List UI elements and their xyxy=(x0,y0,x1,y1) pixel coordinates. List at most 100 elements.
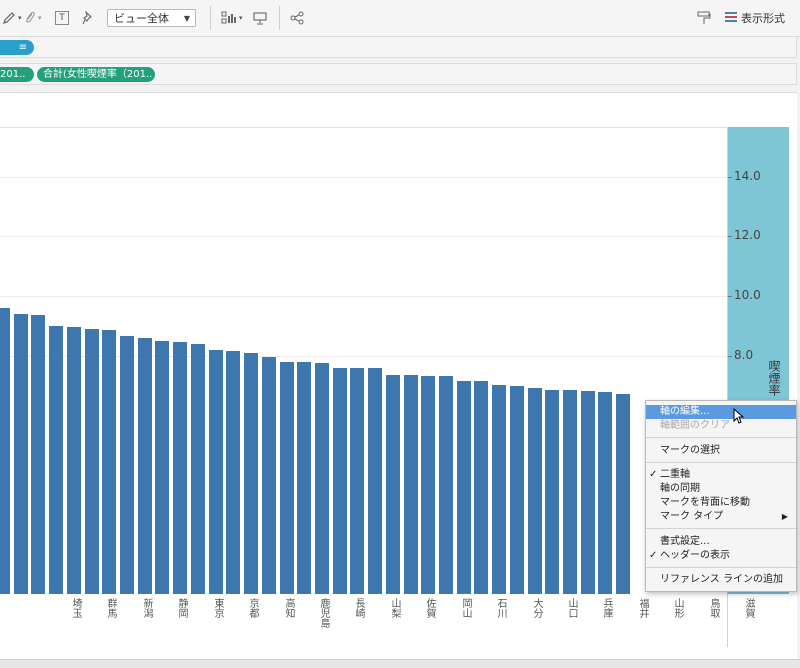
measure-pill-1-label: 201.. xyxy=(0,69,26,80)
bar[interactable] xyxy=(315,363,329,594)
pen-icon[interactable]: ▾ xyxy=(2,0,22,36)
bar[interactable] xyxy=(563,390,577,594)
tick-mark xyxy=(728,177,732,178)
bar[interactable] xyxy=(85,329,99,594)
bar[interactable] xyxy=(0,308,10,594)
x-tick-label: 山口 xyxy=(566,598,577,618)
menu-item-label: 軸の同期 xyxy=(660,483,700,494)
menu-item-show-header[interactable]: ✓ ヘッダーの表示 xyxy=(646,549,796,563)
sort-pill[interactable]: ≡ xyxy=(0,40,34,55)
text-icon[interactable]: T xyxy=(55,0,69,36)
bar[interactable] xyxy=(386,375,400,594)
bar[interactable] xyxy=(492,385,506,594)
bar[interactable] xyxy=(368,368,382,594)
x-tick-label: 山形 xyxy=(672,598,683,618)
bar[interactable] xyxy=(350,368,364,594)
menu-item-dual-axis[interactable]: ✓ 二重軸 xyxy=(646,468,796,482)
bar[interactable] xyxy=(581,391,595,594)
mouse-cursor-icon xyxy=(733,408,745,424)
view-size-select[interactable]: ビュー全体 ▼ xyxy=(107,9,196,27)
bar[interactable] xyxy=(173,342,187,594)
pin-icon[interactable] xyxy=(82,0,94,36)
format-label: 表示形式 xyxy=(741,12,785,25)
menu-item-label: リファレンス ラインの追加 xyxy=(660,574,783,585)
rows-shelf: 201.. 合計(女性喫煙率（201.. xyxy=(0,63,797,85)
bar[interactable] xyxy=(439,376,453,594)
menu-item-select-marks[interactable]: マークの選択 xyxy=(646,444,796,458)
checkmark-icon: ✓ xyxy=(649,550,658,561)
measure-pill-1[interactable]: 201.. xyxy=(0,67,34,82)
format-panel-button[interactable]: 表示形式 xyxy=(725,0,785,36)
bar[interactable] xyxy=(528,388,542,594)
presentation-icon[interactable] xyxy=(253,0,267,36)
axis-context-menu: 軸の編集... 軸範囲のクリア マークの選択 ✓ 二重軸 軸の同期 マークを背面に… xyxy=(645,400,797,592)
paperclip-icon[interactable]: ▾ xyxy=(24,0,42,36)
gridline xyxy=(0,177,727,178)
bar[interactable] xyxy=(404,375,418,594)
bar[interactable] xyxy=(209,350,223,594)
x-tick-label: 鹿児島 xyxy=(318,598,329,628)
bar[interactable] xyxy=(191,344,205,594)
bar[interactable] xyxy=(14,314,28,594)
bar[interactable] xyxy=(616,394,630,594)
menu-item-move-marks-to-back[interactable]: マークを背面に移動 xyxy=(646,496,796,510)
toolbar: ▾ ▾ T ビュー全体 ▼ ▾ 表示形式 xyxy=(0,0,800,37)
bar[interactable] xyxy=(297,362,311,594)
bar[interactable] xyxy=(67,327,81,594)
bar[interactable] xyxy=(510,386,524,594)
x-tick-label: 京都 xyxy=(247,598,258,618)
bar[interactable] xyxy=(333,368,347,594)
bar[interactable] xyxy=(138,338,152,594)
chart-top-border xyxy=(0,127,727,128)
tick-mark xyxy=(728,356,732,357)
menu-item-add-reference-line[interactable]: リファレンス ラインの追加 xyxy=(646,573,796,587)
menu-item-synchronize-axis[interactable]: 軸の同期 xyxy=(646,482,796,496)
columns-shelf: ≡ xyxy=(0,36,797,58)
gridline xyxy=(0,236,727,237)
menu-item-label: 軸の編集... xyxy=(660,406,710,417)
x-tick-label: 鳥取 xyxy=(708,598,719,618)
x-tick-label: 福井 xyxy=(637,598,648,618)
bar[interactable] xyxy=(31,315,45,594)
menu-item-edit-axis[interactable]: 軸の編集... xyxy=(646,405,796,419)
bar[interactable] xyxy=(474,381,488,594)
menu-item-label: 書式設定... xyxy=(660,536,710,547)
measure-pill-2-label: 合計(女性喫煙率（201.. xyxy=(43,69,153,80)
submenu-arrow-icon: ▶ xyxy=(781,512,788,521)
x-tick-label: 佐賀 xyxy=(424,598,435,618)
x-tick-label: 静岡 xyxy=(176,598,187,618)
menu-item-format[interactable]: 書式設定... xyxy=(646,535,796,549)
chevron-down-icon: ▼ xyxy=(183,14,190,23)
menu-divider xyxy=(646,528,796,529)
bar[interactable] xyxy=(545,390,559,594)
bar[interactable] xyxy=(421,376,435,594)
bar[interactable] xyxy=(280,362,294,594)
bar[interactable] xyxy=(49,326,63,594)
bar[interactable] xyxy=(598,392,612,594)
menu-item-label: 二重軸 xyxy=(660,469,690,480)
checkmark-icon: ✓ xyxy=(649,469,658,480)
bar[interactable] xyxy=(120,336,134,594)
tick-mark xyxy=(728,296,732,297)
x-tick-label: 兵庫 xyxy=(601,598,612,618)
bar[interactable] xyxy=(262,357,276,594)
tick-mark xyxy=(728,236,732,237)
measure-pill-2[interactable]: 合計(女性喫煙率（201.. xyxy=(37,67,155,82)
show-me-icon[interactable]: ▾ xyxy=(221,0,243,36)
menu-item-label: マーク タイプ xyxy=(660,511,724,522)
x-tick-label: 山梨 xyxy=(389,598,400,618)
menu-item-mark-type[interactable]: マーク タイプ ▶ xyxy=(646,510,796,524)
bar[interactable] xyxy=(102,330,116,594)
bar[interactable] xyxy=(226,351,240,594)
bar[interactable] xyxy=(155,341,169,594)
bar[interactable] xyxy=(457,381,471,594)
menu-divider xyxy=(646,437,796,438)
share-icon[interactable] xyxy=(290,0,304,36)
menu-divider xyxy=(646,567,796,568)
bar[interactable] xyxy=(244,353,258,594)
x-tick-label: 新潟 xyxy=(141,598,152,618)
toolbar-divider xyxy=(279,6,280,30)
format-brush-icon[interactable] xyxy=(697,0,711,36)
y-tick-label: 14.0 xyxy=(734,169,761,183)
y-tick-label: 12.0 xyxy=(734,228,761,242)
